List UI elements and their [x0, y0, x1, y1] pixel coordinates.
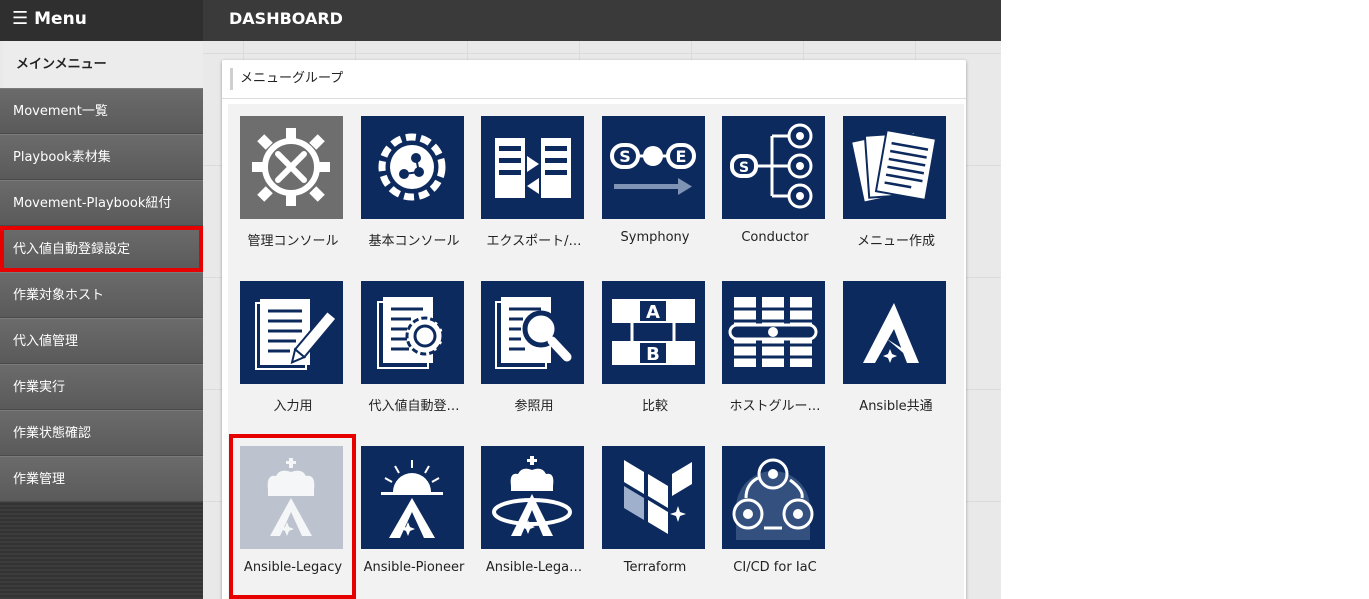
- cicd-icon: [722, 446, 825, 549]
- tile-label: エクスポート/…: [486, 234, 582, 249]
- tile-host-group[interactable]: ホストグルー…: [716, 269, 828, 424]
- tile-substitution-auto[interactable]: 代入値自動登…: [355, 269, 467, 424]
- tile-label: メニュー作成: [856, 234, 935, 249]
- tile-label: Symphony: [620, 230, 690, 245]
- sidebar-item-execute[interactable]: 作業実行: [0, 364, 203, 410]
- tile-menu-create[interactable]: メニュー作成: [837, 104, 949, 259]
- tile-label: Conductor: [741, 230, 809, 245]
- document-gear-icon: [361, 281, 464, 384]
- tile-label: Ansible-Lega…: [485, 560, 583, 575]
- terraform-icon: [602, 446, 705, 549]
- ansible-icon: [843, 281, 946, 384]
- svg-text:A: A: [646, 302, 660, 323]
- sidebar-item-playbook-files[interactable]: Playbook素材集: [0, 134, 203, 180]
- sidebar-item-movement-list[interactable]: Movement一覧: [0, 88, 203, 134]
- tile-label: 基本コンソール: [368, 234, 460, 249]
- top-bar: ☰ Menu DASHBOARD: [0, 0, 1001, 41]
- tile-label: ホストグルー…: [729, 399, 821, 414]
- tile-label: 代入値自動登…: [368, 399, 460, 414]
- tile-label: Ansible-Pioneer: [363, 560, 465, 575]
- ansible-legacy-role-icon: [481, 446, 584, 549]
- tile-reference[interactable]: 参照用: [475, 269, 587, 424]
- conductor-icon: S: [722, 116, 825, 219]
- tile-label: 管理コンソール: [247, 234, 339, 249]
- sidebar: メインメニュー Movement一覧 Playbook素材集 Movement-…: [0, 41, 203, 599]
- svg-text:S: S: [619, 147, 631, 166]
- menu-create-icon: [843, 116, 946, 219]
- tile-management-console[interactable]: 管理コンソール: [234, 104, 346, 259]
- tile-basic-console[interactable]: 基本コンソール: [355, 104, 467, 259]
- sidebar-item-movement-playbook-link[interactable]: Movement-Playbook紐付: [0, 180, 203, 226]
- svg-text:B: B: [646, 344, 660, 365]
- tile-label: 参照用: [514, 399, 554, 414]
- host-group-icon: [722, 281, 825, 384]
- sidebar-item-status-check[interactable]: 作業状態確認: [0, 410, 203, 456]
- svg-text:E: E: [676, 147, 687, 166]
- tile-cicd-for-iac[interactable]: CI/CD for IaC: [716, 434, 828, 589]
- menu-label: Menu: [34, 9, 87, 29]
- sidebar-item-target-hosts[interactable]: 作業対象ホスト: [0, 272, 203, 318]
- document-search-icon: [481, 281, 584, 384]
- tile-symphony[interactable]: SE Symphony: [596, 104, 708, 259]
- sidebar-item-substitution-auto-registration[interactable]: 代入値自動登録設定: [0, 226, 203, 272]
- sidebar-item-substitution-values[interactable]: 代入値管理: [0, 318, 203, 364]
- symphony-icon: SE: [602, 116, 705, 219]
- tile-label: 入力用: [273, 399, 313, 414]
- tile-terraform[interactable]: Terraform: [596, 434, 708, 589]
- menu-toggle[interactable]: ☰ Menu: [0, 0, 203, 41]
- page-title: DASHBOARD: [229, 9, 343, 28]
- sidebar-heading[interactable]: メインメニュー: [0, 41, 203, 88]
- tile-label: 比較: [641, 399, 668, 414]
- ansible-pioneer-icon: [361, 446, 464, 549]
- panel-title: メニューグループ: [222, 60, 966, 99]
- compare-icon: AB: [602, 281, 705, 384]
- highlight-box-ansible-legacy: [229, 434, 356, 599]
- tile-input[interactable]: 入力用: [234, 269, 346, 424]
- tile-label: Ansible共通: [859, 399, 933, 414]
- tile-label: CI/CD for IaC: [733, 560, 817, 575]
- tile-label: Terraform: [623, 560, 687, 575]
- tile-compare[interactable]: AB 比較: [596, 269, 708, 424]
- tile-conductor[interactable]: S Conductor: [716, 104, 828, 259]
- svg-text:S: S: [739, 160, 749, 176]
- gear-network-icon: [361, 116, 464, 219]
- tile-export-import[interactable]: エクスポート/…: [475, 104, 587, 259]
- tile-ansible-common[interactable]: Ansible共通: [837, 269, 949, 424]
- input-document-icon: [240, 281, 343, 384]
- tile-ansible-pioneer[interactable]: Ansible-Pioneer: [355, 434, 467, 589]
- hamburger-icon[interactable]: ☰: [12, 8, 28, 29]
- sidebar-item-job-management[interactable]: 作業管理: [0, 456, 203, 502]
- tile-ansible-legacy-role[interactable]: Ansible-Lega…: [475, 434, 587, 589]
- gear-tools-icon: [240, 116, 343, 219]
- app-window: ☰ Menu DASHBOARD メインメニュー Movement一覧 Playb…: [0, 0, 1001, 599]
- export-import-icon: [481, 116, 584, 219]
